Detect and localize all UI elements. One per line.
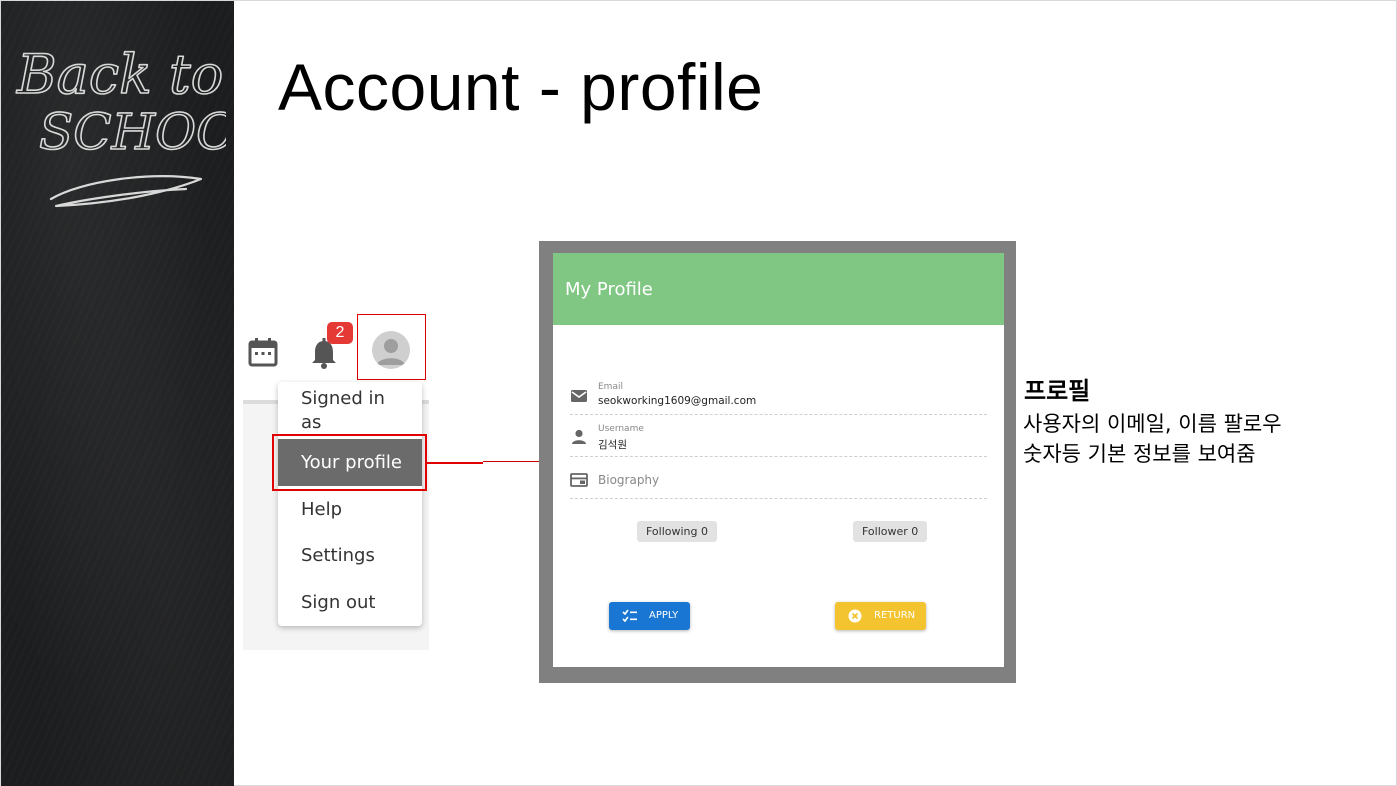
menu-item-sign-out[interactable]: Sign out [278, 591, 422, 615]
checklist-icon [622, 609, 637, 623]
person-icon [572, 429, 586, 444]
username-field: Username 김석원 [570, 415, 987, 457]
profile-dialog-screenshot: My Profile Email seokworking1609@gmail.c… [539, 241, 1016, 683]
biography-field[interactable]: Biography [570, 457, 987, 499]
biography-placeholder: Biography [598, 473, 660, 487]
username-label: Username [598, 424, 644, 434]
calendar-icon[interactable] [248, 337, 278, 367]
dialog-title: My Profile [565, 279, 653, 300]
return-button[interactable]: RETURN [835, 602, 926, 630]
follower-count-chip[interactable]: Follower 0 [853, 521, 928, 542]
menu-item-help[interactable]: Help [278, 498, 422, 522]
notification-badge: 2 [327, 322, 353, 344]
profile-dialog: My Profile Email seokworking1609@gmail.c… [553, 253, 1004, 667]
apply-button[interactable]: APPLY [609, 602, 690, 630]
avatar-highlight [357, 314, 426, 380]
svg-text:Back to: Back to [16, 43, 223, 106]
username-value: 김석원 [598, 439, 627, 451]
card-icon [570, 473, 588, 487]
topbar-screenshot: 2 Signed in as Your profile Help Setting… [241, 306, 431, 651]
user-dropdown-menu: Signed in as Your profile Help Settings … [278, 382, 422, 626]
connector-line-thin [483, 461, 541, 462]
avatar-person-icon [377, 339, 405, 365]
dialog-header: My Profile [553, 253, 1004, 325]
annotation-title: 프로필 [1024, 377, 1091, 405]
apply-label: APPLY [649, 610, 679, 621]
following-count-chip[interactable]: Following 0 [637, 521, 718, 542]
connector-line [427, 462, 483, 464]
return-label: RETURN [874, 610, 916, 621]
email-value: seokworking1609@gmail.com [598, 395, 757, 407]
cancel-circle-icon [848, 609, 862, 623]
mail-icon [571, 390, 587, 402]
annotation-line-1: 사용자의 이메일, 이름 팔로우 [1023, 412, 1282, 436]
slide-title: Account - profile [278, 50, 764, 124]
annotation-line-2: 숫자등 기본 정보를 보여줌 [1023, 442, 1256, 466]
profile-highlight-box [272, 434, 427, 491]
slide: Back to SCHOOL Account - profile 2 [0, 0, 1397, 786]
back-to-school-logo: Back to SCHOOL [15, 42, 226, 208]
menu-item-signed-in: Signed in as [301, 388, 385, 433]
email-label: Email [598, 382, 623, 392]
avatar-icon[interactable] [372, 331, 410, 369]
svg-text:SCHOOL: SCHOOL [39, 103, 226, 161]
chalkboard-decoration: Back to SCHOOL [1, 1, 234, 786]
email-field: Email seokworking1609@gmail.com [570, 373, 987, 415]
menu-item-settings[interactable]: Settings [278, 544, 422, 568]
